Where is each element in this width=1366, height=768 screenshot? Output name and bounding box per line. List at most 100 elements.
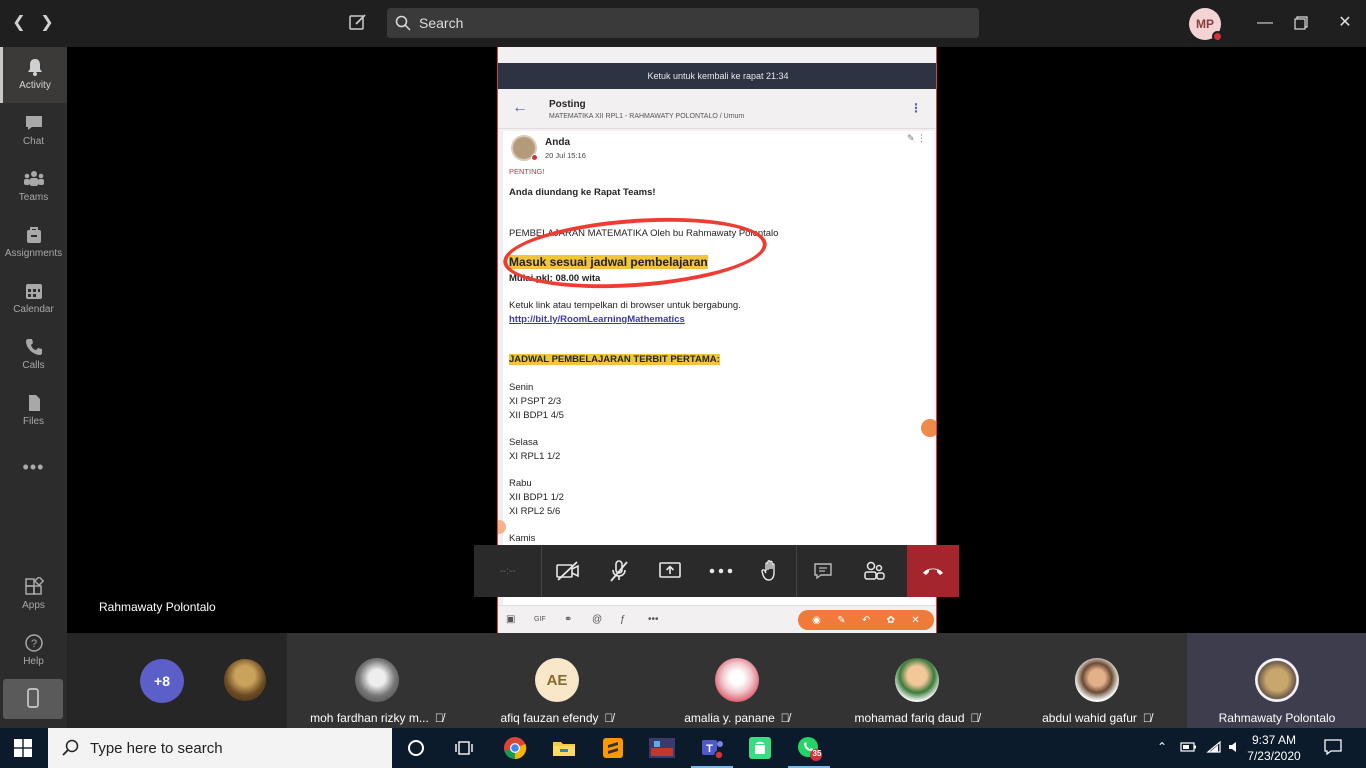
show-hidden-icons-icon[interactable]: ⌃	[1157, 740, 1167, 754]
share-screen-button[interactable]	[644, 545, 695, 597]
camera-off-button[interactable]	[542, 545, 593, 597]
minimize-icon[interactable]: —	[1254, 12, 1276, 34]
raise-hand-button[interactable]	[746, 545, 797, 597]
notifications-icon[interactable]	[1324, 738, 1342, 759]
rail-label: Assignments	[4, 248, 63, 259]
participants-button[interactable]	[848, 545, 899, 597]
participant-avatar	[355, 658, 399, 702]
day-label: Rabu	[509, 478, 532, 489]
clock-time: 9:37 AM	[1251, 733, 1297, 747]
rail-item-apps[interactable]: Apps	[0, 567, 67, 623]
class-item: XII BDP1 1/2	[509, 492, 564, 503]
schedule-title: JADWAL PEMBELAJARAN TERBIT PERTAMA:	[509, 354, 720, 365]
image-icon[interactable]: ▣	[506, 614, 515, 625]
camera-off-icon	[555, 561, 579, 581]
volume-icon[interactable]	[1228, 740, 1242, 757]
new-chat-icon[interactable]	[348, 12, 370, 34]
gif-icon[interactable]: GIF	[534, 616, 546, 623]
mic-off-icon	[609, 560, 628, 582]
edit-menu-icon[interactable]: ✎ ⋮	[907, 133, 926, 144]
participant-name-row: abdul wahid gafur 🎙̸	[1007, 711, 1187, 725]
teams-taskbar-icon[interactable]: T	[691, 734, 733, 768]
device-button[interactable]	[3, 679, 63, 719]
camera-icon[interactable]: ◉	[812, 615, 821, 626]
file-explorer-icon[interactable]	[549, 734, 579, 762]
windows-taskbar: Type here to search T 35 ⌃ 9:37 AM 7/23/…	[0, 728, 1366, 768]
mic-muted-icon: 🎙̸	[1142, 711, 1152, 725]
rail-item-help[interactable]: ? Help	[0, 623, 67, 679]
search-icon	[62, 739, 79, 756]
participant-tile[interactable]: mohamad fariq daud 🎙̸	[827, 633, 1007, 728]
participant-tile[interactable]: AE afiq fauzan efendy 🎙̸	[467, 633, 647, 728]
return-to-meeting-banner[interactable]: Ketuk untuk kembali ke rapat 21:34	[498, 63, 936, 89]
windows-start-icon[interactable]	[14, 739, 32, 757]
attach-icon[interactable]: ⚭	[564, 614, 572, 625]
whatsapp-badge: 35	[812, 749, 822, 758]
class-item: XII BDP1 4/5	[509, 410, 564, 421]
rail-item-assignments[interactable]: Assignments	[0, 215, 67, 271]
more-participants-button[interactable]: +8	[140, 659, 184, 703]
palette-icon[interactable]: ✿	[887, 615, 895, 626]
more-apps-icon[interactable]: •••	[0, 457, 67, 478]
rail-item-activity[interactable]: Activity	[0, 47, 67, 103]
participant-avatar[interactable]	[224, 659, 266, 701]
participant-avatar	[1075, 658, 1119, 702]
wifi-icon[interactable]	[1206, 740, 1222, 757]
close-window-icon[interactable]: ✕	[1334, 12, 1356, 34]
battery-icon[interactable]	[1180, 740, 1198, 757]
author-avatar	[511, 135, 538, 161]
participant-tile[interactable]: Rahmawaty Polontalo	[1187, 633, 1366, 728]
share-icon	[658, 562, 681, 578]
back-arrow-icon[interactable]: ❮	[10, 14, 28, 32]
author-name: Anda	[545, 137, 570, 148]
undo-icon[interactable]: ↶	[862, 615, 870, 626]
rail-item-chat[interactable]: Chat	[0, 103, 67, 159]
mobile-device-icon	[27, 688, 39, 708]
format-icon[interactable]: ƒ	[620, 614, 626, 625]
clock-date: 7/23/2020	[1247, 749, 1301, 763]
app-rail: Activity Chat Teams Assignments Calendar…	[0, 47, 67, 728]
android-app-icon[interactable]	[745, 734, 775, 762]
sublime-text-icon[interactable]	[598, 734, 628, 762]
close-toolbar-icon[interactable]: ✕	[911, 615, 919, 626]
clock[interactable]: 9:37 AM 7/23/2020	[1244, 732, 1304, 764]
taskbar-search-input[interactable]: Type here to search	[48, 728, 392, 768]
cortana-icon[interactable]	[401, 734, 431, 762]
task-view-icon[interactable]	[449, 734, 479, 762]
call-timer: --:--	[474, 545, 542, 597]
hang-up-button[interactable]	[907, 545, 959, 597]
participant-tile[interactable]: abdul wahid gafur 🎙̸	[1007, 633, 1187, 728]
restore-icon[interactable]	[1290, 12, 1312, 34]
mic-muted-icon: 🎙̸	[780, 711, 790, 725]
profile-initials: MP	[1196, 17, 1214, 31]
more-icon[interactable]: •••	[648, 614, 659, 625]
rail-item-calendar[interactable]: Calendar	[0, 271, 67, 327]
rail-item-calls[interactable]: Calls	[0, 327, 67, 383]
important-label: PENTING!	[509, 167, 545, 176]
more-vertical-icon[interactable]: ⋮	[910, 101, 922, 115]
eraser-icon[interactable]: ✎	[837, 615, 845, 626]
chat-button[interactable]	[797, 545, 848, 597]
whatsapp-icon[interactable]: 35	[788, 734, 830, 768]
rail-item-files[interactable]: Files	[0, 383, 67, 439]
rail-item-teams[interactable]: Teams	[0, 159, 67, 215]
forward-arrow-icon[interactable]: ❯	[38, 14, 56, 32]
participants-icon	[863, 561, 885, 580]
game-app-icon[interactable]	[647, 734, 677, 762]
rail-label: Chat	[22, 136, 45, 147]
post-title: Posting	[549, 99, 586, 110]
chrome-icon[interactable]	[500, 734, 530, 762]
search-input[interactable]: Search	[387, 8, 979, 38]
participant-name: moh fardhan rizky m...	[310, 711, 429, 725]
more-actions-button[interactable]	[695, 545, 746, 597]
back-arrow-icon[interactable]: ←	[512, 99, 528, 117]
title-bar: ❮ ❯ Search MP — ✕	[0, 0, 1366, 47]
hang-up-icon	[923, 568, 943, 575]
mention-icon[interactable]: @	[592, 614, 602, 625]
participant-tile[interactable]: moh fardhan rizky m... 🎙̸	[287, 633, 467, 728]
profile-avatar[interactable]: MP	[1189, 8, 1223, 42]
day-label: Selasa	[509, 437, 539, 448]
mute-button[interactable]	[593, 545, 644, 597]
participant-tile[interactable]: amalia y. panane 🎙̸	[647, 633, 827, 728]
meeting-link[interactable]: http://bit.ly/RoomLearningMathematics	[509, 314, 685, 325]
